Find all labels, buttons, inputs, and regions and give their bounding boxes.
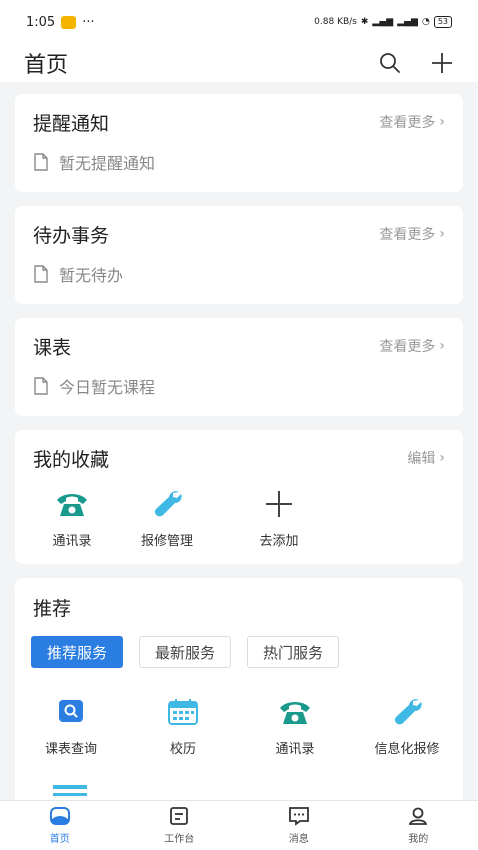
more-label: 查看更多 bbox=[379, 339, 436, 355]
tabbar-messages[interactable]: 消息 bbox=[239, 801, 359, 850]
reminder-card: 提醒通知 查看更多 › 暂无提醒通知 bbox=[15, 94, 463, 192]
document-icon bbox=[34, 377, 48, 395]
recommend-card: 推荐 推荐服务 最新服务 热门服务 课表查询 校历 通讯录 信息化报修 bbox=[15, 578, 463, 800]
todo-empty-text: 暂无待办 bbox=[59, 266, 124, 285]
favorites-edit-link[interactable]: 编辑 › bbox=[407, 448, 445, 468]
status-bar: 1:05 ··· 0.88 KB/s ✱ ▂▄▆ ▂▄▆ ◔ 53 bbox=[0, 0, 478, 44]
chevron-right-icon: › bbox=[439, 338, 445, 354]
add-icon[interactable] bbox=[430, 51, 454, 75]
recommend-tabs: 推荐服务 最新服务 热门服务 bbox=[15, 636, 463, 668]
user-icon bbox=[409, 807, 428, 825]
wrench-icon bbox=[394, 699, 422, 725]
tabbar-label: 消息 bbox=[288, 834, 309, 845]
recommend-title: 推荐 bbox=[33, 597, 72, 620]
search-icon bbox=[59, 700, 83, 722]
tabbar-label: 我的 bbox=[408, 834, 429, 845]
wifi-icon: ◔ bbox=[421, 17, 430, 27]
message-icon bbox=[288, 807, 309, 826]
bluetooth-icon: ✱ bbox=[360, 17, 369, 27]
tab-latest-services[interactable]: 最新服务 bbox=[139, 636, 232, 668]
tabbar-profile[interactable]: 我的 bbox=[359, 801, 478, 850]
favorite-item-repair[interactable]: 报修管理 bbox=[111, 488, 223, 549]
phone-icon bbox=[280, 702, 310, 724]
service-item-contacts[interactable]: 通讯录 bbox=[239, 696, 351, 757]
notification-app-icon bbox=[61, 15, 77, 29]
todo-more-link[interactable]: 查看更多 › bbox=[379, 224, 445, 244]
schedule-card: 课表 查看更多 › 今日暂无课程 bbox=[15, 318, 463, 416]
todo-card: 待办事务 查看更多 › 暂无待办 bbox=[15, 206, 463, 304]
plus-icon bbox=[266, 491, 292, 517]
reminder-empty-text: 暂无提醒通知 bbox=[59, 154, 156, 173]
todo-title: 待办事务 bbox=[33, 224, 110, 247]
more-label: 查看更多 bbox=[379, 115, 436, 131]
page-title: 首页 bbox=[24, 53, 69, 78]
document-icon bbox=[34, 153, 48, 171]
signal-icon: ▂▄▆ bbox=[372, 17, 394, 27]
chevron-right-icon: › bbox=[439, 450, 445, 466]
service-label: 信息化报修 bbox=[374, 742, 440, 757]
tabbar-workbench[interactable]: 工作台 bbox=[120, 801, 240, 850]
service-label: 课表查询 bbox=[44, 742, 97, 757]
status-time: 1:05 bbox=[26, 14, 56, 30]
document-icon bbox=[34, 265, 48, 283]
favorite-label: 去添加 bbox=[259, 534, 299, 549]
battery-icon: 53 bbox=[433, 16, 452, 28]
tab-recommended-services[interactable]: 推荐服务 bbox=[31, 636, 124, 668]
net-speed: 0.88 KB/s bbox=[314, 17, 357, 27]
main-content: 提醒通知 查看更多 › 暂无提醒通知 待办事务 查看更多 › 暂无待办 课表 查… bbox=[0, 82, 478, 800]
favorite-label: 报修管理 bbox=[140, 534, 193, 549]
list-icon bbox=[53, 785, 87, 796]
tabbar-label: 工作台 bbox=[164, 834, 195, 845]
chevron-right-icon: › bbox=[439, 114, 445, 130]
schedule-more-link[interactable]: 查看更多 › bbox=[379, 336, 445, 356]
service-item-schedule-query[interactable]: 课表查询 bbox=[15, 696, 127, 757]
reminder-more-link[interactable]: 查看更多 › bbox=[379, 112, 445, 132]
reminder-title: 提醒通知 bbox=[33, 112, 110, 135]
favorites-title: 我的收藏 bbox=[33, 448, 110, 471]
service-label: 通讯录 bbox=[275, 742, 315, 757]
workbench-icon bbox=[170, 807, 189, 825]
service-item-partial[interactable] bbox=[15, 783, 463, 800]
home-icon bbox=[49, 807, 70, 825]
more-label: 查看更多 bbox=[379, 227, 436, 243]
signal-icon-2: ▂▄▆ bbox=[397, 17, 418, 27]
schedule-empty-text: 今日暂无课程 bbox=[59, 378, 156, 397]
calendar-icon bbox=[168, 699, 198, 725]
status-more-dots: ··· bbox=[82, 14, 95, 30]
favorite-item-add[interactable]: 去添加 bbox=[223, 488, 335, 549]
tabbar-label: 首页 bbox=[49, 834, 70, 845]
wrench-icon bbox=[154, 491, 182, 517]
search-icon[interactable] bbox=[378, 51, 402, 75]
service-item-it-repair[interactable]: 信息化报修 bbox=[351, 696, 463, 757]
chevron-right-icon: › bbox=[439, 226, 445, 242]
service-label: 校历 bbox=[169, 742, 196, 757]
favorites-card: 我的收藏 编辑 › 通讯录 报修管理 去添加 bbox=[15, 430, 463, 564]
favorite-item-contacts[interactable]: 通讯录 bbox=[33, 488, 111, 549]
bottom-tab-bar: 首页 工作台 消息 我的 bbox=[0, 800, 478, 850]
schedule-title: 课表 bbox=[33, 336, 72, 359]
tabbar-home[interactable]: 首页 bbox=[0, 801, 120, 850]
favorite-label: 通讯录 bbox=[52, 534, 92, 549]
tab-popular-services[interactable]: 热门服务 bbox=[247, 636, 340, 668]
app-header: 首页 bbox=[0, 44, 478, 82]
phone-icon bbox=[57, 494, 87, 516]
edit-label: 编辑 bbox=[407, 451, 436, 467]
service-item-calendar[interactable]: 校历 bbox=[127, 696, 239, 757]
